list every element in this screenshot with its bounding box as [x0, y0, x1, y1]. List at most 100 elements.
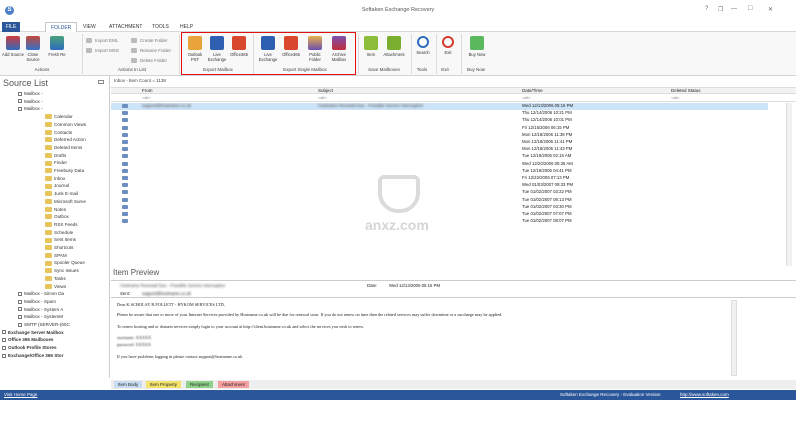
grid-scrollbar[interactable] [786, 103, 792, 268]
pin-icon[interactable] [98, 80, 104, 84]
maximize-icon[interactable]: □ [748, 5, 752, 12]
expand-icon[interactable] [18, 107, 22, 112]
visit-home-page-link[interactable]: Visit Home Page [4, 392, 37, 397]
preview-title: Item Preview [113, 268, 160, 277]
envelope-icon [122, 104, 128, 108]
table-row[interactable]: Thu 12/14/2006 10:01 PM [111, 117, 768, 124]
expand-icon[interactable] [18, 299, 22, 304]
expand-icon[interactable] [2, 338, 6, 343]
tab-attachment[interactable]: Attachment [218, 381, 249, 388]
minimize-icon[interactable]: — [731, 6, 737, 12]
table-row[interactable]: Fri 12/15/2006 06:15 PM [111, 125, 768, 132]
folder-icon [45, 237, 52, 243]
menu-file[interactable]: FILE [2, 22, 20, 32]
group-label-exit: Exit [441, 67, 449, 72]
row-subject: Hostname Renewal Due - Possible Service … [318, 103, 424, 108]
envelope-icon [122, 190, 128, 195]
help-icon[interactable]: ? [705, 6, 708, 12]
tree-node[interactable]: Mailbox - [18, 105, 43, 113]
menu-view[interactable]: VIEW [78, 22, 101, 32]
column-header-subject[interactable]: Subject [318, 88, 333, 94]
folder-icon [45, 122, 52, 128]
search-button[interactable]: Search [412, 36, 434, 55]
expand-icon[interactable] [2, 353, 6, 358]
shield-icon [378, 175, 420, 213]
column-header-deleted-status[interactable]: Deleted Status [671, 88, 701, 94]
filter-from-input[interactable]: <all> [142, 95, 151, 101]
expand-icon[interactable] [18, 291, 22, 296]
email-grid: Inbox - Item Count = 1138 From Subject D… [111, 76, 796, 268]
table-row[interactable]: Tue 12/19/2006 02:15 AM [111, 153, 768, 160]
watermark-text: anxz.com [365, 217, 429, 233]
menu-folder[interactable]: FOLDER [45, 22, 78, 32]
buy-now-button[interactable]: Buy Now [466, 36, 488, 57]
refresh-icon [50, 36, 64, 50]
filter-subject-input[interactable]: <all> [318, 95, 327, 101]
exit-button[interactable]: Exit [437, 36, 459, 55]
column-header-date[interactable]: Date/Time [522, 88, 543, 94]
add-source-icon [6, 36, 20, 50]
tree-node[interactable]: Exchange/Office 365 Stor [2, 352, 63, 360]
expand-icon[interactable] [18, 315, 22, 320]
envelope-icon [122, 183, 128, 188]
folder-icon [45, 183, 52, 189]
tree-node-label: Journal [54, 183, 70, 189]
website-link[interactable]: http://www.softaken.com [680, 392, 729, 397]
folder-icon [45, 199, 52, 205]
item-label: Item [366, 52, 376, 57]
menu-attachment[interactable]: ATTACHMENT [104, 22, 147, 32]
preview-scrollbar[interactable] [731, 300, 737, 376]
row-date: Thu 12/14/2006 10:21 PM [522, 110, 572, 116]
expand-icon[interactable] [18, 322, 22, 327]
import-msg-button[interactable]: Import MSG [86, 46, 119, 55]
refresh-button[interactable]: Fresh Re [42, 36, 72, 57]
expand-icon[interactable] [18, 91, 22, 96]
row-date: Tue 01/02/2007 03:22 PM [522, 189, 572, 195]
delete-folder-button[interactable]: Delete Folder [131, 56, 167, 65]
envelope-icon [122, 147, 128, 152]
save-item-button[interactable]: Item [360, 36, 382, 57]
menu-help[interactable]: HELP [175, 22, 198, 32]
expand-icon[interactable] [2, 330, 6, 335]
add-source-button[interactable]: Add Source [2, 36, 24, 57]
row-date: Tue 12/19/2006 02:15 AM [522, 153, 572, 159]
table-row[interactable]: Tue 12/19/2006 04:41 PM [111, 168, 768, 175]
add-source-label: Add Source [2, 52, 24, 57]
table-row[interactable]: Mon 12/18/2006 11:43 PM [111, 146, 768, 153]
tree-node-label: Outbox [54, 214, 69, 220]
tree-node-label: Deferred Action [54, 137, 86, 143]
close-icon[interactable]: ✕ [768, 6, 773, 13]
tab-item-body[interactable]: Item Body [114, 381, 143, 388]
column-header-from[interactable]: From [142, 88, 153, 94]
envelope-icon [122, 176, 128, 180]
tree-node-label: Exchange Server Mailbox [8, 329, 64, 335]
rename-folder-button[interactable]: Rename Folder [131, 46, 171, 55]
expand-icon[interactable] [2, 345, 6, 350]
filter-date-input[interactable]: <all> [522, 95, 531, 101]
tree-node-label: Mailbox - [24, 91, 43, 96]
expand-icon[interactable] [18, 99, 22, 104]
table-row[interactable]: Wed 12/20/2006 05:36 AM [111, 161, 768, 168]
row-date: Wed 12/20/2006 05:36 AM [522, 160, 573, 166]
table-row[interactable]: Mon 12/18/2006 11:38 PM [111, 132, 768, 139]
folder-icon [45, 175, 52, 181]
table-row[interactable]: Thu 12/14/2006 10:21 PM [111, 110, 768, 117]
restore-icon[interactable]: ❐ [718, 6, 723, 13]
save-attachment-button[interactable]: Attachment [381, 36, 407, 57]
tree-node-label: Contacts [54, 129, 73, 135]
folder-icon [45, 191, 52, 197]
tab-recipient[interactable]: Recipient [186, 381, 213, 388]
folder-icon [45, 214, 52, 220]
table-row[interactable]: support@hostname.co.uk Hostname Renewal D… [111, 103, 768, 110]
close-source-button[interactable]: Close Source [22, 36, 44, 62]
import-eml-button[interactable]: Import EML [86, 36, 118, 45]
table-row[interactable]: Mon 12/18/2006 11:41 PM [111, 139, 768, 146]
ribbon-separator [82, 34, 83, 74]
envelope-icon [122, 140, 128, 144]
filter-deleted-input[interactable]: <all> [671, 95, 680, 101]
tab-item-property[interactable]: Item Property [146, 381, 182, 388]
create-folder-button[interactable]: Create Folder [131, 36, 168, 45]
expand-icon[interactable] [18, 307, 22, 312]
tree-node-label: Shortcuts [54, 245, 74, 250]
menu-tools[interactable]: TOOLS [147, 22, 174, 32]
